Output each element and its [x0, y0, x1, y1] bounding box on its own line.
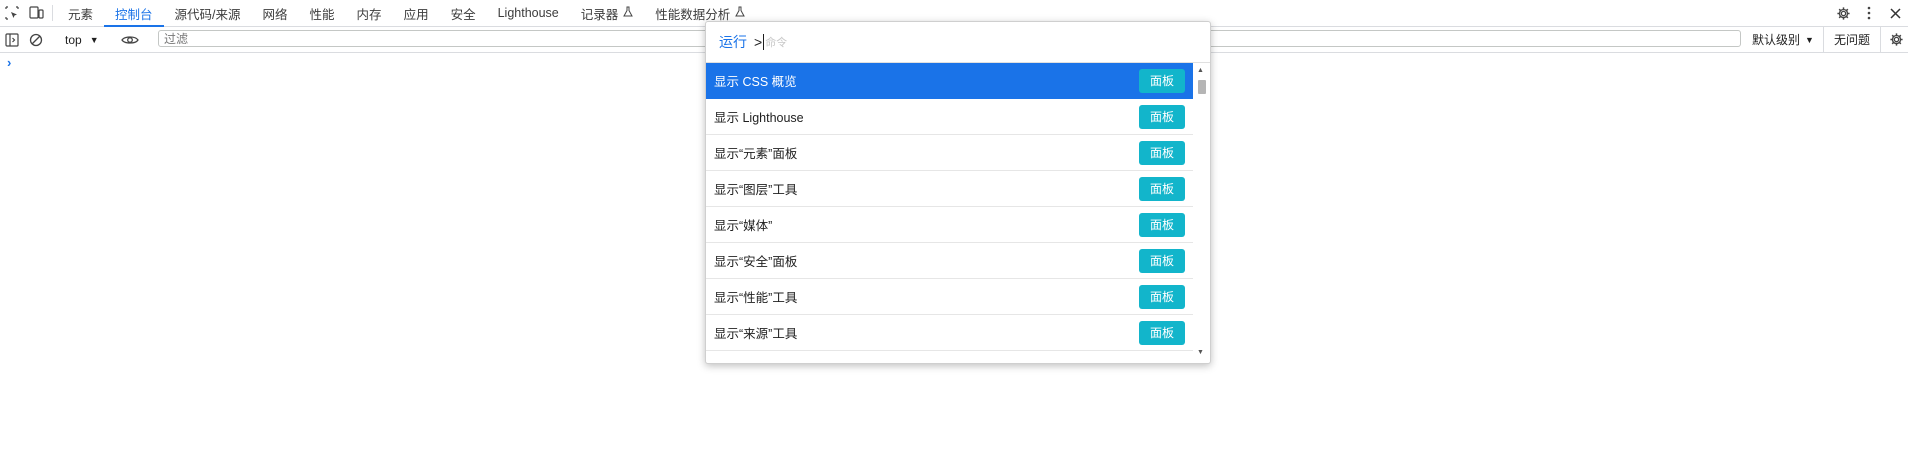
inspect-element-icon[interactable]	[0, 0, 24, 26]
command-list: 显示 CSS 概览 面板 显示 Lighthouse 面板 显示“元素”面板 面板 显示“图…	[706, 63, 1193, 351]
panel-badge: 面板	[1139, 140, 1185, 165]
tab-9[interactable]: 记录器	[570, 0, 645, 26]
panel-badge: 面板	[1139, 176, 1185, 201]
tab-label: Lighthouse	[497, 6, 559, 20]
scroll-down-arrow-icon[interactable]: ▼	[1197, 349, 1204, 356]
tab-5[interactable]: 内存	[346, 0, 393, 26]
dropdown-caret-icon: ▼	[1805, 34, 1814, 45]
tab-label: 内存	[356, 7, 382, 22]
command-item-label: 显示“性能”工具	[714, 291, 798, 305]
gear-icon[interactable]	[1830, 0, 1856, 26]
command-item[interactable]: 显示“安全”面板 面板	[706, 243, 1193, 279]
command-item[interactable]: 显示 Lighthouse 面板	[706, 99, 1193, 135]
panel-tabs: 元素 控制台 源代码/来源 网络 性能 内存 应用 安全 Lighthouse 记录器 性能数据分析	[57, 0, 756, 27]
command-item-label: 显示 Lighthouse	[714, 111, 804, 125]
log-level-dropdown[interactable]: 默认级别 ▼	[1752, 27, 1814, 52]
tab-7[interactable]: 安全	[440, 0, 487, 26]
sidebar-toggle-icon[interactable]	[0, 27, 24, 53]
tab-1[interactable]: 控制台	[104, 0, 164, 27]
command-menu: 运行 > 命令 显示 CSS 概览 面板 显示 Lighthouse 面板 显示“元素”…	[705, 21, 1211, 364]
context-selector[interactable]: top ▼	[57, 27, 107, 52]
command-item-label: 显示“安全”面板	[714, 255, 798, 269]
tab-2[interactable]: 源代码/来源	[164, 0, 252, 26]
kebab-menu-icon[interactable]	[1856, 0, 1882, 26]
command-input[interactable]: 运行 > 命令	[706, 22, 1210, 63]
command-item[interactable]: 显示“性能”工具 面板	[706, 279, 1193, 315]
dropdown-caret-icon: ▼	[89, 34, 99, 45]
panel-badge: 面板	[1139, 320, 1185, 345]
issues-label: 无问题	[1834, 33, 1871, 47]
scroll-thumb[interactable]	[1198, 80, 1206, 94]
tab-label: 元素	[68, 7, 94, 22]
tab-3[interactable]: 网络	[252, 0, 299, 26]
tab-label: 源代码/来源	[174, 7, 241, 22]
device-toolbar-icon[interactable]	[24, 0, 48, 26]
command-item-label: 显示“来源”工具	[714, 327, 798, 341]
eye-icon[interactable]	[116, 27, 144, 53]
tab-4[interactable]: 性能	[299, 0, 346, 26]
command-item[interactable]: 显示“元素”面板 面板	[706, 135, 1193, 171]
tab-label: 网络	[262, 7, 288, 22]
close-icon[interactable]	[1882, 0, 1908, 26]
panel-badge: 面板	[1139, 284, 1185, 309]
panel-badge: 面板	[1139, 68, 1185, 93]
panel-badge: 面板	[1139, 104, 1185, 129]
console-settings-gear-icon[interactable]	[1884, 27, 1908, 52]
command-prefix: 运行	[719, 34, 747, 50]
panel-badge: 面板	[1139, 248, 1185, 273]
scrollbar[interactable]: ▲ ▼	[1195, 65, 1208, 360]
tab-label: 性能数据分析	[655, 7, 731, 22]
issues-button[interactable]: 无问题	[1823, 27, 1882, 52]
command-placeholder: 命令	[765, 37, 788, 49]
command-item-label: 显示“媒体”	[714, 219, 773, 233]
flask-icon	[735, 6, 746, 20]
tab-0[interactable]: 元素	[57, 0, 104, 26]
command-input-value: >	[754, 34, 763, 50]
tab-label: 控制台	[115, 7, 153, 22]
flask-icon	[623, 6, 634, 20]
command-item-label: 显示“元素”面板	[714, 147, 798, 161]
tab-label: 记录器	[580, 7, 619, 22]
divider	[52, 5, 53, 21]
tab-label: 安全	[450, 7, 476, 22]
tab-label: 性能	[309, 7, 335, 22]
command-item[interactable]: 显示“来源”工具 面板	[706, 315, 1193, 351]
command-item-label: 显示“图层”工具	[714, 183, 798, 197]
tab-8[interactable]: Lighthouse	[487, 0, 570, 26]
command-item-label: 显示 CSS 概览	[714, 75, 797, 89]
scroll-up-arrow-icon[interactable]: ▲	[1197, 67, 1204, 74]
text-cursor	[763, 34, 765, 50]
context-value: top	[65, 32, 82, 47]
panel-badge: 面板	[1139, 212, 1185, 237]
tab-label: 应用	[403, 7, 429, 22]
log-level-label: 默认级别	[1752, 33, 1801, 47]
command-item[interactable]: 显示“图层”工具 面板	[706, 171, 1193, 207]
command-item[interactable]: 显示 CSS 概览 面板	[706, 63, 1193, 99]
console-prompt-chevron-icon[interactable]: ›	[7, 55, 11, 70]
tab-6[interactable]: 应用	[393, 0, 440, 26]
clear-console-icon[interactable]	[24, 27, 48, 53]
command-item[interactable]: 显示“媒体” 面板	[706, 207, 1193, 243]
